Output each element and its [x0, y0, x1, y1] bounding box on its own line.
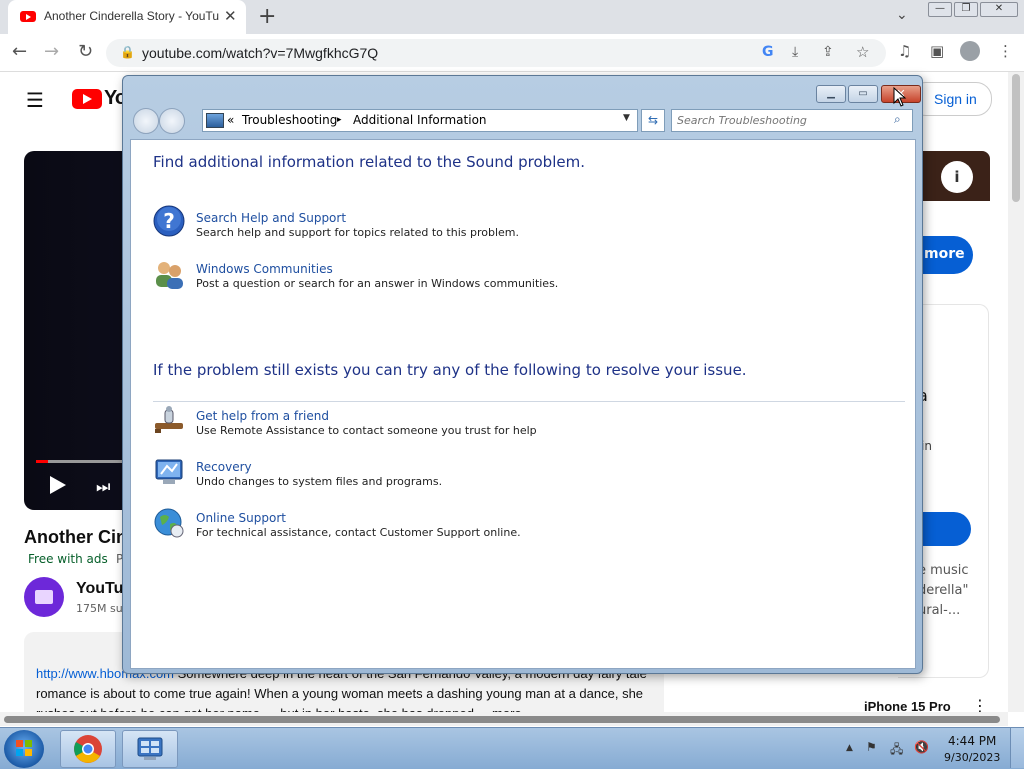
- clock-date[interactable]: 9/30/2023: [944, 751, 1000, 764]
- hamburger-menu-icon[interactable]: ☰: [26, 88, 44, 112]
- search-icon[interactable]: ⌕: [894, 112, 901, 127]
- address-dropdown-icon[interactable]: ▼: [623, 113, 630, 123]
- dialog-minimize-button[interactable]: ▁: [816, 85, 846, 103]
- dialog-search-box[interactable]: ⌕: [671, 109, 913, 132]
- video-progress-bar[interactable]: [36, 460, 136, 463]
- tab-title: Another Cinderella Story - YouTube: [44, 9, 219, 23]
- online-support-desc: For technical assistance, contact Custom…: [196, 526, 521, 539]
- info-icon[interactable]: i: [941, 161, 973, 193]
- bookmark-star-icon[interactable]: ☆: [856, 43, 869, 61]
- communities-icon[interactable]: [153, 258, 185, 290]
- dialog-back-button[interactable]: [133, 108, 159, 134]
- horizontal-scrollbar[interactable]: [0, 712, 1008, 726]
- dialog-content: Find additional information related to t…: [130, 139, 916, 669]
- breadcrumb-separator-icon[interactable]: ▸: [337, 115, 342, 125]
- get-help-friend-desc: Use Remote Assistance to contact someone…: [196, 424, 537, 437]
- recovery-icon[interactable]: [153, 456, 185, 488]
- share-icon[interactable]: ⇪: [822, 44, 834, 60]
- new-tab-button[interactable]: +: [258, 4, 276, 29]
- channel-subscribers: 175M su: [76, 602, 123, 615]
- windows-communities-desc: Post a question or search for an answer …: [196, 277, 559, 290]
- window-restore-button[interactable]: ❐: [954, 2, 978, 17]
- heading-additional-info: Find additional information related to t…: [153, 153, 585, 171]
- mouse-cursor-icon: [893, 86, 907, 110]
- remote-assistance-icon[interactable]: [153, 405, 185, 437]
- tab-close-icon[interactable]: ✕: [224, 7, 237, 25]
- right-card-description: e music derella" ural-...: [918, 563, 969, 618]
- more-label: more: [924, 246, 965, 262]
- browser-tab-active[interactable]: Another Cinderella Story - YouTube ✕: [8, 0, 246, 34]
- chrome-icon: [74, 735, 102, 763]
- address-bar[interactable]: 🔒 youtube.com/watch?v=7MwgfkhcG7Q G ⤓ ⇪ …: [106, 39, 886, 67]
- channel-name[interactable]: YouTu: [76, 580, 123, 598]
- tray-overflow-icon[interactable]: ▲: [846, 743, 853, 753]
- free-with-ads-badge: Free with ads: [28, 552, 108, 566]
- vertical-scrollbar[interactable]: [1008, 72, 1024, 712]
- network-icon[interactable]: 🖧: [890, 740, 903, 761]
- tab-search-dropdown-icon[interactable]: ⌄: [896, 7, 908, 23]
- chrome-menu-icon[interactable]: ⋮: [998, 42, 1013, 60]
- youtube-logo-icon[interactable]: [72, 89, 102, 109]
- control-panel-icon: [206, 113, 224, 128]
- breadcrumb-overflow[interactable]: «: [227, 113, 234, 127]
- breadcrumb-additional-information[interactable]: Additional Information: [353, 113, 487, 127]
- youtube-favicon-icon: [20, 11, 36, 22]
- section-divider: [153, 401, 905, 402]
- help-icon[interactable]: ?: [153, 205, 185, 237]
- install-icon[interactable]: ⤓: [792, 44, 798, 60]
- windows-taskbar: ▲ ⚑ 🖧 🔇 4:44 PM 9/30/2023: [0, 727, 1024, 769]
- troubleshooting-window: ▁ ▭ ✕ « Troubleshooting ▸ Additional Inf…: [122, 75, 923, 674]
- volume-muted-icon[interactable]: 🔇: [914, 740, 929, 754]
- next-icon[interactable]: ⏭: [96, 477, 110, 497]
- clock-time[interactable]: 4:44 PM: [948, 734, 996, 748]
- recovery-link[interactable]: Recovery: [196, 460, 252, 474]
- search-help-support-link[interactable]: Search Help and Support: [196, 211, 346, 225]
- taskbar-chrome[interactable]: [60, 730, 116, 768]
- dialog-maximize-button[interactable]: ▭: [848, 85, 878, 103]
- lock-icon[interactable]: 🔒: [120, 45, 135, 59]
- search-help-support-desc: Search help and support for topics relat…: [196, 226, 519, 239]
- browser-tab-strip: Another Cinderella Story - YouTube ✕ + ⌄…: [0, 0, 1024, 34]
- get-help-friend-link[interactable]: Get help from a friend: [196, 409, 329, 423]
- show-desktop-button[interactable]: [1010, 728, 1024, 768]
- dialog-address-bar[interactable]: « Troubleshooting ▸ Additional Informati…: [202, 109, 638, 132]
- start-button[interactable]: [4, 730, 44, 768]
- globe-icon[interactable]: [153, 507, 185, 539]
- media-control-icon[interactable]: ♫: [898, 42, 911, 60]
- online-support-link[interactable]: Online Support: [196, 511, 286, 525]
- dialog-search-input[interactable]: [672, 110, 892, 131]
- svg-text:?: ?: [163, 209, 175, 233]
- channel-avatar[interactable]: [24, 577, 64, 617]
- address-url[interactable]: youtube.com/watch?v=7MwgfkhcG7Q: [142, 45, 378, 61]
- control-panel-taskbar-icon: [137, 737, 163, 760]
- side-panel-icon[interactable]: ▣: [930, 42, 944, 60]
- action-center-icon[interactable]: ⚑: [866, 740, 877, 754]
- windows-communities-link[interactable]: Windows Communities: [196, 262, 333, 276]
- back-button[interactable]: ←: [12, 41, 27, 62]
- profile-avatar-icon[interactable]: [960, 41, 980, 61]
- window-minimize-button[interactable]: —: [928, 2, 952, 17]
- taskbar-control-panel[interactable]: [122, 730, 178, 768]
- dialog-forward-button[interactable]: [159, 108, 185, 134]
- heading-still-exists: If the problem still exists you can try …: [153, 361, 747, 379]
- play-icon[interactable]: [50, 476, 66, 494]
- browser-toolbar: ← → ↻ 🔒 youtube.com/watch?v=7MwgfkhcG7Q …: [0, 34, 1024, 72]
- recovery-desc: Undo changes to system files and program…: [196, 475, 443, 488]
- breadcrumb-troubleshooting[interactable]: Troubleshooting: [242, 113, 337, 127]
- dialog-refresh-icon[interactable]: ⇆: [641, 109, 665, 132]
- sign-in-label: Sign in: [934, 91, 977, 107]
- google-lens-icon[interactable]: G: [762, 44, 774, 60]
- reload-button[interactable]: ↻: [78, 41, 93, 62]
- video-title: Another Cin: [24, 527, 127, 547]
- forward-button[interactable]: →: [44, 41, 59, 62]
- window-close-button[interactable]: ✕: [980, 2, 1018, 17]
